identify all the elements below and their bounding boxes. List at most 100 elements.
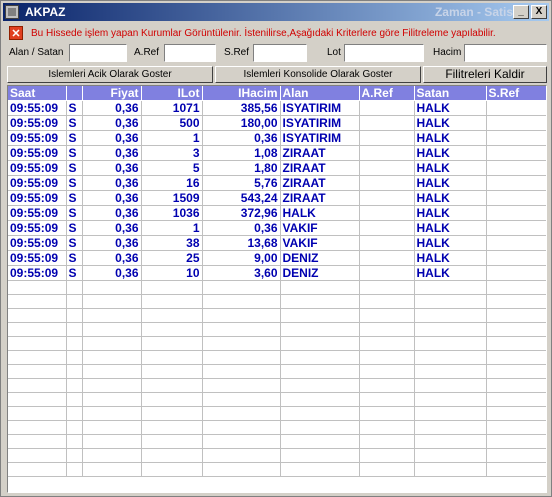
table-cell: S xyxy=(66,145,83,161)
table-cell xyxy=(359,235,415,251)
empty-cell xyxy=(414,308,487,323)
table-cell: S xyxy=(66,175,83,191)
empty-cell xyxy=(414,434,487,449)
empty-row xyxy=(8,350,546,365)
empty-cell xyxy=(202,462,281,477)
table-cell: HALK xyxy=(414,145,487,161)
table-cell: 09:55:09 xyxy=(8,130,67,146)
table-cell xyxy=(359,250,415,266)
table-cell: 09:55:09 xyxy=(8,220,67,236)
empty-cell xyxy=(359,378,415,393)
empty-cell xyxy=(82,308,142,323)
empty-row xyxy=(8,462,546,477)
empty-cell xyxy=(66,434,83,449)
table-cell: ZIRAAT xyxy=(280,145,360,161)
empty-cell xyxy=(359,364,415,379)
table-cell: 372,96 xyxy=(202,205,281,221)
table-row[interactable]: 09:55:09 S 0,36 38 13,68 VAKIF HALK xyxy=(8,235,546,251)
col-header-fiyat[interactable]: Fiyat xyxy=(82,86,142,101)
empty-cell xyxy=(486,350,546,365)
empty-cell xyxy=(66,406,83,421)
empty-cell xyxy=(202,406,281,421)
empty-cell xyxy=(66,280,83,295)
col-header-s-ref[interactable]: S.Ref xyxy=(486,86,546,101)
empty-cell xyxy=(414,364,487,379)
table-cell: DENIZ xyxy=(280,265,360,281)
table-cell xyxy=(486,265,546,281)
a-ref-input[interactable] xyxy=(164,44,216,62)
table-cell: 1 xyxy=(141,220,203,236)
empty-cell xyxy=(414,392,487,407)
table-cell: 0,36 xyxy=(82,115,142,131)
table-cell: 10 xyxy=(141,265,203,281)
empty-cell xyxy=(486,364,546,379)
empty-cell xyxy=(280,336,360,351)
empty-cell xyxy=(8,448,67,463)
table-cell: S xyxy=(66,160,83,176)
empty-cell xyxy=(66,378,83,393)
alan-satan-input[interactable] xyxy=(69,44,127,62)
col-header-satan[interactable]: Satan xyxy=(414,86,487,101)
alan-satan-label: Alan / Satan xyxy=(9,47,64,58)
col-header-ilot[interactable]: ILot xyxy=(141,86,203,101)
col-header-a-ref[interactable]: A.Ref xyxy=(359,86,415,101)
table-row[interactable]: 09:55:09 S 0,36 16 5,76 ZIRAAT HALK xyxy=(8,175,546,191)
empty-cell xyxy=(82,350,142,365)
lot-input[interactable] xyxy=(344,44,424,62)
col-header-alan[interactable]: Alan xyxy=(280,86,360,101)
table-cell xyxy=(486,145,546,161)
table-cell: VAKIF xyxy=(280,235,360,251)
table-row[interactable]: 09:55:09 S 0,36 5 1,80 ZIRAAT HALK xyxy=(8,160,546,176)
s-ref-input[interactable] xyxy=(253,44,307,62)
minimize-button[interactable]: _ xyxy=(513,5,529,19)
empty-cell xyxy=(280,308,360,323)
close-button[interactable]: X xyxy=(531,5,547,19)
trades-grid[interactable]: Saat Fiyat ILot IHacim Alan A.Ref Satan … xyxy=(7,85,547,493)
table-header-row: Saat Fiyat ILot IHacim Alan A.Ref Satan … xyxy=(8,86,546,101)
table-row[interactable]: 09:55:09 S 0,36 3 1,08 ZIRAAT HALK xyxy=(8,145,546,161)
table-row[interactable]: 09:55:09 S 0,36 1 0,36 ISYATIRIM HALK xyxy=(8,130,546,146)
empty-cell xyxy=(82,406,142,421)
table-row[interactable]: 09:55:09 S 0,36 500 180,00 ISYATIRIM HALK xyxy=(8,115,546,131)
table-cell: 3 xyxy=(141,145,203,161)
table-cell: 09:55:09 xyxy=(8,100,67,116)
table-row[interactable]: 09:55:09 S 0,36 1071 385,56 ISYATIRIM HALK xyxy=(8,100,546,116)
empty-cell xyxy=(486,322,546,337)
table-cell: ZIRAAT xyxy=(280,190,360,206)
table-cell xyxy=(486,220,546,236)
table-cell: HALK xyxy=(414,175,487,191)
empty-cell xyxy=(82,448,142,463)
col-header-saat[interactable]: Saat xyxy=(8,86,67,101)
table-cell: 5,76 xyxy=(202,175,281,191)
clear-filters-button[interactable]: Filitreleri Kaldir xyxy=(423,66,547,83)
title-bar[interactable]: AKPAZ Zaman - Satis _ X xyxy=(3,3,549,21)
empty-cell xyxy=(141,294,203,309)
window-mode-label: Zaman - Satis xyxy=(434,5,513,19)
col-header-ihacim[interactable]: IHacim xyxy=(202,86,281,101)
empty-cell xyxy=(66,350,83,365)
table-cell xyxy=(359,115,415,131)
table-cell xyxy=(359,190,415,206)
empty-cell xyxy=(82,294,142,309)
show-consolidated-button[interactable]: Islemleri Konsolide Olarak Goster xyxy=(215,66,421,83)
table-row[interactable]: 09:55:09 S 0,36 1509 543,24 ZIRAAT HALK xyxy=(8,190,546,206)
table-cell: HALK xyxy=(414,190,487,206)
table-cell: 0,36 xyxy=(82,190,142,206)
table-row[interactable]: 09:55:09 S 0,36 1 0,36 VAKIF HALK xyxy=(8,220,546,236)
empty-cell xyxy=(359,336,415,351)
empty-row xyxy=(8,392,546,407)
show-open-button[interactable]: Islemleri Acik Olarak Goster xyxy=(7,66,213,83)
close-icon[interactable]: ✕ xyxy=(9,26,23,40)
empty-cell xyxy=(202,434,281,449)
hacim-input[interactable] xyxy=(464,44,547,62)
table-cell: S xyxy=(66,235,83,251)
table-row[interactable]: 09:55:09 S 0,36 10 3,60 DENIZ HALK xyxy=(8,265,546,281)
col-header-side[interactable] xyxy=(66,86,83,101)
table-row[interactable]: 09:55:09 S 0,36 1036 372,96 HALK HALK xyxy=(8,205,546,221)
table-row[interactable]: 09:55:09 S 0,36 25 9,00 DENIZ HALK xyxy=(8,250,546,266)
empty-cell xyxy=(141,280,203,295)
empty-cell xyxy=(66,420,83,435)
empty-cell xyxy=(486,392,546,407)
table-cell: S xyxy=(66,220,83,236)
empty-cell xyxy=(280,434,360,449)
